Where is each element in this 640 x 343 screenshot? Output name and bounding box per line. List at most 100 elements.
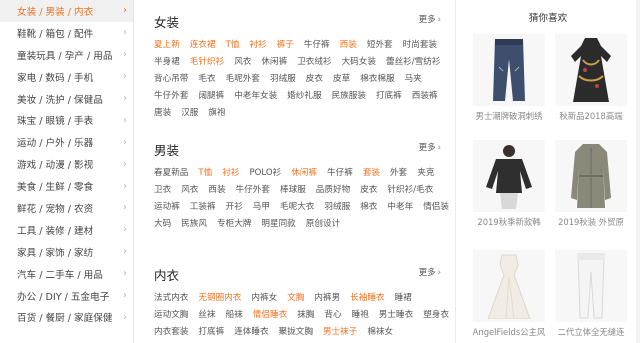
category-tag-link[interactable]: 毛呢大衣 <box>280 201 314 213</box>
category-tag-link[interactable]: 蕾丝衫/雪纺衫 <box>386 56 440 68</box>
category-tag-link[interactable]: 牛仔外套 <box>236 184 270 196</box>
scrollbar[interactable] <box>636 0 640 343</box>
category-tag-link[interactable]: 春夏新品 <box>154 167 188 179</box>
category-tag-link[interactable]: 套装 <box>363 167 380 179</box>
category-tag-link[interactable]: 抹胸 <box>297 309 314 321</box>
category-tag-link[interactable]: 马甲 <box>253 201 270 213</box>
category-tag-link[interactable]: 内衣套装 <box>154 326 188 338</box>
category-tag-link[interactable]: 背心吊带 <box>154 73 188 85</box>
sidebar-category-item[interactable]: 鲜花 / 宠物 / 农资 › <box>0 197 133 219</box>
category-tag-link[interactable]: 夹克 <box>417 167 434 179</box>
category-tag-link[interactable]: 棉衣 <box>360 201 377 213</box>
category-tag-link[interactable]: 品质好物 <box>316 184 350 196</box>
sidebar-category-item[interactable]: 女装 / 男装 / 内衣 › <box>0 0 133 22</box>
category-tag-link[interactable]: POLO衫 <box>249 167 281 179</box>
category-tag-link[interactable]: 衬衫 <box>249 39 266 51</box>
product-card[interactable]: 男士潮牌破洞刺绣 <box>470 34 548 122</box>
sidebar-category-item[interactable]: 珠宝 / 眼镜 / 手表 › <box>0 109 133 131</box>
sidebar-category-item[interactable]: 美妆 / 洗护 / 保健品 › <box>0 88 133 110</box>
category-tag-link[interactable]: 中老年 <box>387 201 413 213</box>
category-tag-link[interactable]: 西装 <box>340 39 357 51</box>
category-tag-link[interactable]: 皮草 <box>333 73 350 85</box>
category-tag-link[interactable]: 民族服装 <box>332 90 366 102</box>
category-tag-link[interactable]: 丝袜 <box>198 309 215 321</box>
category-tag-link[interactable]: 睡袍 <box>352 309 369 321</box>
category-tag-link[interactable]: 内裤男 <box>314 292 340 304</box>
category-tag-link[interactable]: 打底裤 <box>198 326 224 338</box>
category-tag-link[interactable]: 针织衫/毛衣 <box>387 184 433 196</box>
category-tag-link[interactable]: 休闲裤 <box>291 167 317 179</box>
category-tag-link[interactable]: 羽绒服 <box>270 73 296 85</box>
category-tag-link[interactable]: 夏上新 <box>154 39 180 51</box>
category-tag-link[interactable]: 连衣裙 <box>190 39 216 51</box>
category-tag-link[interactable]: 中老年女装 <box>234 90 277 102</box>
sidebar-category-item[interactable]: 游戏 / 动漫 / 影视 › <box>0 153 133 175</box>
category-tag-link[interactable]: 连体睡衣 <box>234 326 268 338</box>
category-tag-link[interactable]: 短外套 <box>367 39 393 51</box>
sidebar-category-item[interactable]: 办公 / DIY / 五金电子 › <box>0 285 133 307</box>
category-tag-link[interactable]: 牛仔裤 <box>304 39 330 51</box>
category-tag-link[interactable]: 棉袜女 <box>367 326 393 338</box>
category-tag-link[interactable]: 风衣 <box>234 56 251 68</box>
category-tag-link[interactable]: 塑身衣 <box>423 309 449 321</box>
category-tag-link[interactable]: 民族风 <box>181 218 207 230</box>
category-tag-link[interactable]: 半身裙 <box>154 56 180 68</box>
category-tag-link[interactable]: 聚拢文胸 <box>279 326 313 338</box>
category-tag-link[interactable]: 运动文胸 <box>154 309 188 321</box>
category-tag-link[interactable]: 西装裤 <box>412 90 438 102</box>
category-tag-link[interactable]: 皮衣 <box>306 73 323 85</box>
product-card[interactable]: 2019秋装 外贸原 <box>552 140 630 228</box>
category-tag-link[interactable]: 文胸 <box>287 292 304 304</box>
category-tag-link[interactable]: 情侣睡衣 <box>253 309 287 321</box>
category-tag-link[interactable]: 专柜大牌 <box>217 218 251 230</box>
category-tag-link[interactable]: 阔腿裤 <box>198 90 224 102</box>
product-card[interactable]: AngelFields公主风 <box>470 250 548 338</box>
category-tag-link[interactable]: 男士睡衣 <box>379 309 413 321</box>
category-tag-link[interactable]: T恤 <box>226 39 240 51</box>
category-tag-link[interactable]: 内裤女 <box>251 292 277 304</box>
sidebar-category-item[interactable]: 家电 / 数码 / 手机 › <box>0 66 133 88</box>
sidebar-category-item[interactable]: 美食 / 生鲜 / 零食 › <box>0 175 133 197</box>
category-tag-link[interactable]: 裤子 <box>277 39 294 51</box>
category-tag-link[interactable]: 运动裤 <box>154 201 180 213</box>
category-tag-link[interactable]: 原创设计 <box>306 218 340 230</box>
category-tag-link[interactable]: 马夹 <box>405 73 422 85</box>
category-tag-link[interactable]: 睡裙 <box>395 292 412 304</box>
category-tag-link[interactable]: 毛衣 <box>198 73 215 85</box>
category-tag-link[interactable]: 风衣 <box>181 184 198 196</box>
product-card[interactable]: 秋新品2018高端 <box>552 34 630 122</box>
category-tag-link[interactable]: 无钢圈内衣 <box>198 292 241 304</box>
sidebar-category-item[interactable]: 家具 / 家饰 / 家纺 › <box>0 241 133 263</box>
category-tag-link[interactable]: 情侣装 <box>423 201 449 213</box>
sidebar-category-item[interactable]: 百货 / 餐厨 / 家庭保健 › <box>0 306 133 328</box>
category-tag-link[interactable]: 卫衣 <box>154 184 171 196</box>
category-tag-link[interactable]: 汉服 <box>181 107 198 119</box>
category-tag-link[interactable]: 大码女装 <box>342 56 376 68</box>
category-tag-link[interactable]: 工装裤 <box>190 201 216 213</box>
category-tag-link[interactable]: 开衫 <box>226 201 243 213</box>
category-tag-link[interactable]: 打底裤 <box>376 90 402 102</box>
category-tag-link[interactable]: 棉衣棉服 <box>360 73 394 85</box>
category-tag-link[interactable]: 船袜 <box>226 309 243 321</box>
category-tag-link[interactable]: 衬衫 <box>222 167 239 179</box>
more-link[interactable]: 更多 › <box>419 141 441 153</box>
category-tag-link[interactable]: 毛呢外套 <box>226 73 260 85</box>
category-tag-link[interactable]: 婚纱礼服 <box>287 90 321 102</box>
category-tag-link[interactable]: 唐装 <box>154 107 171 119</box>
more-link[interactable]: 更多 › <box>419 13 441 25</box>
category-tag-link[interactable]: 棒球服 <box>280 184 306 196</box>
sidebar-category-item[interactable]: 工具 / 装修 / 建材 › <box>0 219 133 241</box>
category-tag-link[interactable]: 牛仔裤 <box>327 167 353 179</box>
category-tag-link[interactable]: 羽绒服 <box>324 201 350 213</box>
category-tag-link[interactable]: 外套 <box>390 167 407 179</box>
sidebar-category-item[interactable]: 童装玩具 / 孕产 / 用品 › <box>0 44 133 66</box>
sidebar-category-item[interactable]: 运动 / 户外 / 乐器 › <box>0 131 133 153</box>
category-tag-link[interactable]: 大码 <box>154 218 171 230</box>
category-tag-link[interactable]: 背心 <box>324 309 341 321</box>
category-tag-link[interactable]: 长袖睡衣 <box>350 292 384 304</box>
category-tag-link[interactable]: T恤 <box>198 167 212 179</box>
sidebar-category-item[interactable]: 鞋靴 / 箱包 / 配件 › <box>0 22 133 44</box>
category-tag-link[interactable]: 卫衣绒衫 <box>297 56 331 68</box>
category-tag-link[interactable]: 牛仔外套 <box>154 90 188 102</box>
sidebar-category-item[interactable]: 汽车 / 二手车 / 用品 › <box>0 263 133 285</box>
